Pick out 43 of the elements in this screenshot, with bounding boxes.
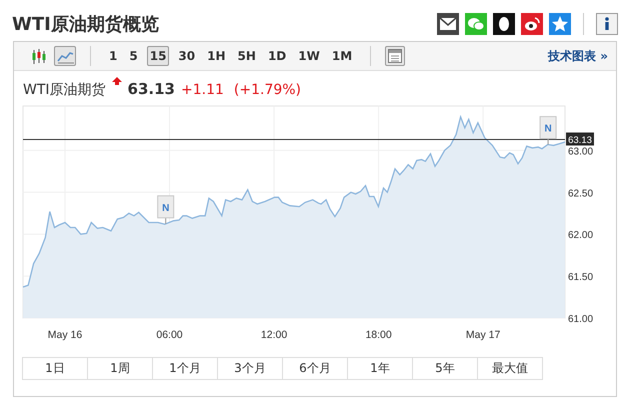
table-view-button[interactable] bbox=[385, 46, 406, 66]
y-axis-label: 61.50 bbox=[568, 272, 594, 284]
percent-change: (+1.79%) bbox=[234, 82, 302, 98]
time-range-button[interactable]: 1个月 bbox=[152, 357, 218, 380]
time-range-button[interactable]: 1日 bbox=[22, 357, 88, 380]
technical-chart-link[interactable]: 技术图表 » bbox=[548, 48, 608, 64]
annotation: N bbox=[544, 124, 552, 135]
table-icon bbox=[388, 49, 402, 63]
time-range-button[interactable]: 6个月 bbox=[282, 357, 348, 380]
ref-line-label: 63.13 bbox=[568, 135, 592, 146]
interval-button[interactable]: 1H bbox=[204, 46, 229, 66]
instrument-name: WTI原油期货 bbox=[23, 81, 106, 99]
interval-button[interactable]: 1D bbox=[264, 46, 290, 66]
time-range-button[interactable]: 5年 bbox=[412, 357, 478, 380]
eye-icon[interactable] bbox=[521, 12, 543, 34]
candlestick-icon[interactable] bbox=[30, 48, 48, 64]
x-axis-label: 18:00 bbox=[365, 329, 392, 341]
last-price: 63.13 bbox=[128, 80, 175, 98]
last-price-label: 63.13 bbox=[566, 132, 594, 146]
interval-button[interactable]: 30 bbox=[175, 46, 198, 66]
x-axis-label: 06:00 bbox=[156, 329, 183, 341]
time-range-button[interactable]: 1周 bbox=[87, 357, 153, 380]
y-axis-label: 62.50 bbox=[568, 188, 594, 200]
annotation: N bbox=[162, 202, 170, 214]
y-axis-label: 63.00 bbox=[568, 146, 594, 158]
y-axis-label: 62.00 bbox=[568, 230, 594, 242]
mail-icon[interactable] bbox=[437, 12, 459, 34]
time-range-button[interactable]: 最大值 bbox=[477, 357, 543, 380]
interval-button[interactable]: 15 bbox=[146, 46, 170, 66]
time-range-button[interactable]: 3个月 bbox=[217, 357, 283, 380]
interval-button[interactable]: 5 bbox=[126, 46, 141, 66]
interval-button[interactable]: 1M bbox=[328, 46, 356, 66]
time-range-button[interactable]: 1年 bbox=[347, 357, 413, 380]
y-axis-label: 61.00 bbox=[568, 314, 594, 325]
info-icon[interactable] bbox=[596, 12, 618, 34]
x-axis-label: May 16 bbox=[48, 329, 82, 341]
x-axis-label: 12:00 bbox=[260, 329, 288, 341]
interval-button[interactable]: 1W bbox=[295, 46, 323, 66]
price-change: +1.11 bbox=[180, 82, 224, 98]
x-axis-label: May 17 bbox=[466, 329, 500, 341]
interval-button[interactable]: 1 bbox=[106, 46, 120, 66]
interval-button[interactable]: 5H bbox=[234, 46, 259, 66]
page-title: WTI原油期货概览 bbox=[12, 12, 159, 36]
